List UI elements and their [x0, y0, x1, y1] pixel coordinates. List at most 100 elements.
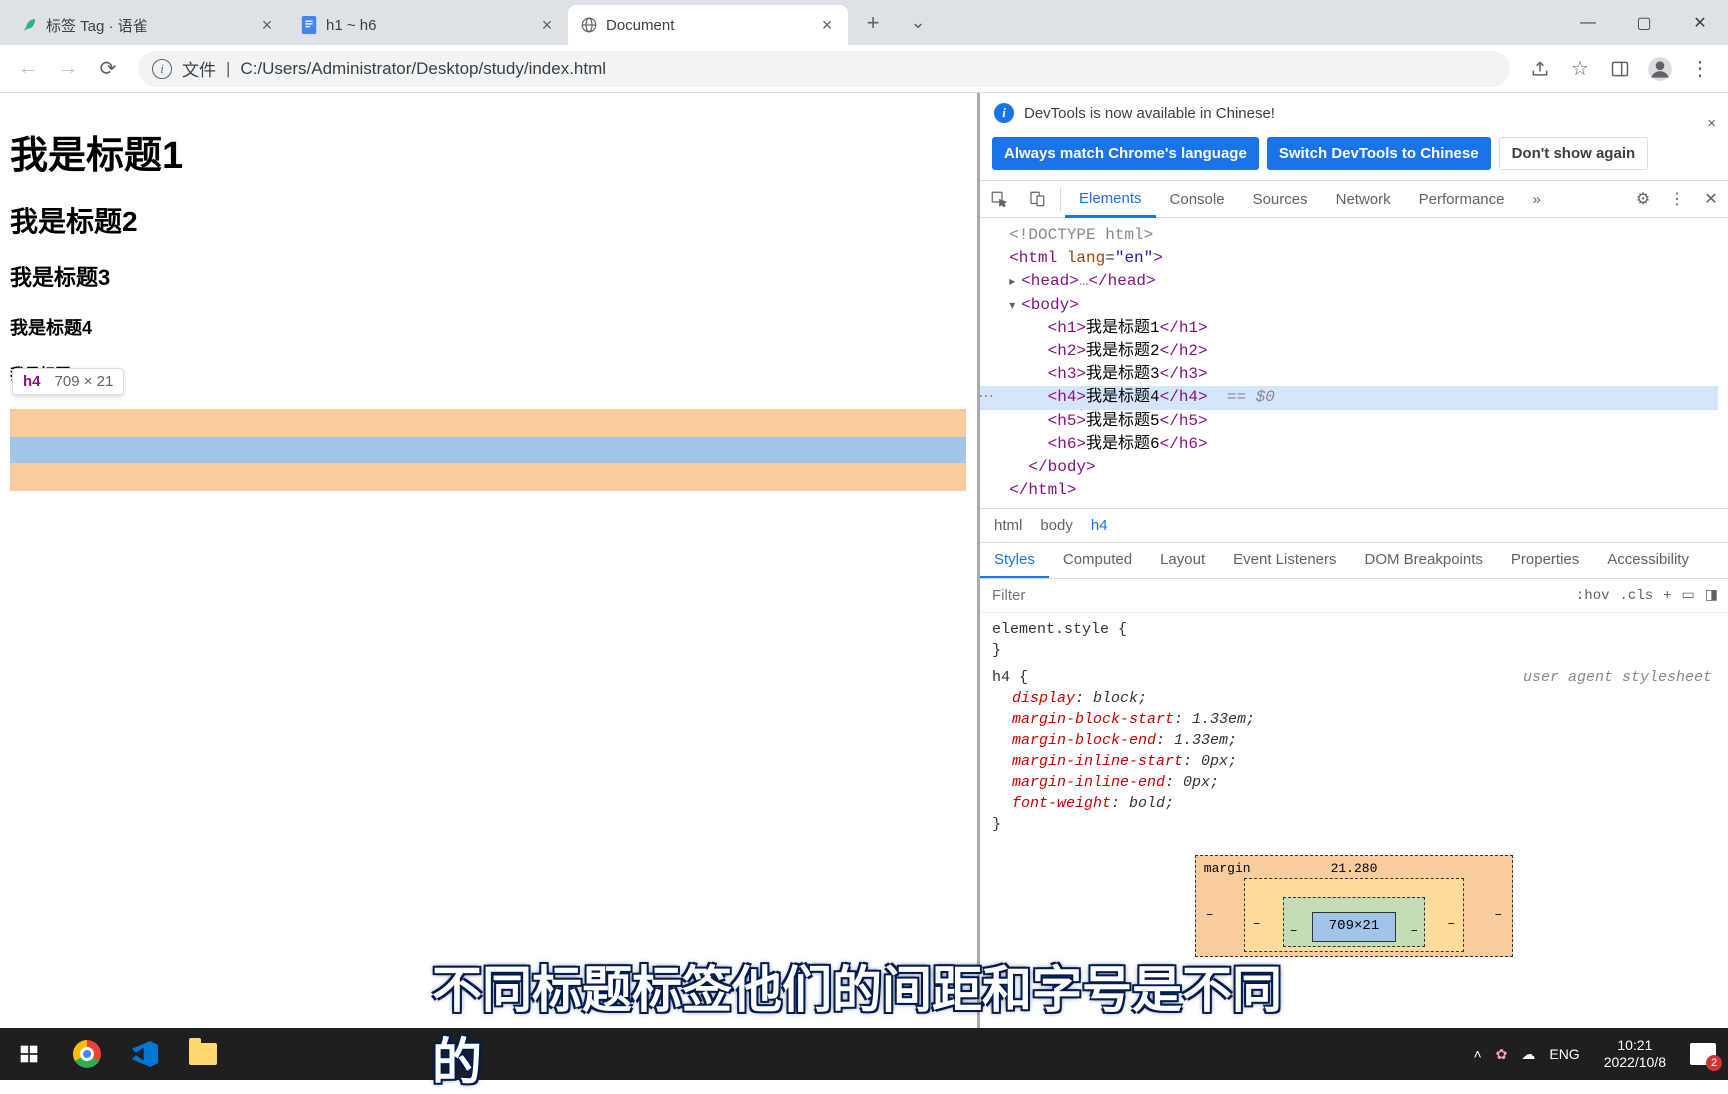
banner-text: DevTools is now available in Chinese! — [1024, 105, 1275, 122]
system-tray: ˄ ✿ ☁ ENG 10:21 2022/10/8 2 — [1473, 1037, 1728, 1071]
ime-indicator[interactable]: ENG — [1549, 1046, 1579, 1062]
inspect-icon[interactable] — [980, 181, 1018, 217]
info-icon: i — [994, 103, 1014, 123]
window-controls: — ▢ ✕ — [1560, 3, 1728, 43]
tab-search-icon[interactable]: ⌄ — [890, 3, 946, 43]
tray-onedrive-icon[interactable]: ☁ — [1521, 1046, 1535, 1063]
start-button[interactable] — [0, 1028, 58, 1080]
toolbar: ← → ⟳ i 文件 | C:/Users/Administrator/Desk… — [0, 45, 1728, 93]
info-icon[interactable]: i — [152, 59, 172, 79]
gear-icon[interactable]: ⚙ — [1626, 181, 1660, 217]
tab-title: 标签 Tag · 语雀 — [46, 15, 250, 36]
tab-elements[interactable]: Elements — [1065, 181, 1156, 218]
stab-props[interactable]: Properties — [1497, 543, 1593, 578]
stab-computed[interactable]: Computed — [1049, 543, 1146, 578]
close-icon[interactable]: × — [258, 16, 276, 34]
close-icon[interactable]: ✕ — [1694, 181, 1728, 217]
tray-chevron-icon[interactable]: ˄ — [1473, 1046, 1481, 1062]
stab-dom-bp[interactable]: DOM Breakpoints — [1351, 543, 1497, 578]
maximize-button[interactable]: ▢ — [1616, 3, 1672, 43]
crumb-html[interactable]: html — [994, 517, 1022, 534]
tab-network[interactable]: Network — [1322, 181, 1405, 217]
device-icon[interactable]: ▭ — [1682, 587, 1695, 604]
devtools-banner: i DevTools is now available in Chinese! … — [980, 93, 1728, 133]
bookmark-icon[interactable]: ☆ — [1562, 51, 1598, 87]
taskbar-chrome[interactable] — [58, 1028, 116, 1080]
close-icon[interactable]: × — [818, 16, 836, 34]
always-match-button[interactable]: Always match Chrome's language — [992, 137, 1259, 170]
tab-more[interactable]: » — [1519, 181, 1555, 217]
reload-button[interactable]: ⟳ — [90, 51, 126, 87]
tab-performance[interactable]: Performance — [1405, 181, 1519, 217]
share-icon[interactable] — [1522, 51, 1558, 87]
breadcrumb: html body h4 — [980, 508, 1728, 542]
tab-docs[interactable]: h1 ~ h6 × — [288, 5, 568, 45]
menu-icon[interactable]: ⋮ — [1682, 51, 1718, 87]
clock-time: 10:21 — [1604, 1037, 1666, 1054]
margin-highlight-bottom — [10, 463, 966, 491]
stab-a11y[interactable]: Accessibility — [1593, 543, 1703, 578]
hov-toggle[interactable]: :hov — [1576, 588, 1610, 604]
new-rule-button[interactable]: + — [1663, 588, 1671, 604]
back-button[interactable]: ← — [10, 51, 46, 87]
taskbar-explorer[interactable] — [174, 1028, 232, 1080]
clock-date: 2022/10/8 — [1604, 1054, 1666, 1071]
filter-actions: :hov .cls + ▭ ◨ — [1576, 587, 1728, 604]
tab-sources[interactable]: Sources — [1239, 181, 1322, 217]
new-tab-button[interactable]: + — [856, 6, 890, 40]
inspect-tooltip: h4 709 × 21 — [12, 368, 124, 395]
address-bar[interactable]: i 文件 | C:/Users/Administrator/Desktop/st… — [138, 51, 1510, 87]
dom-selected-h4[interactable]: <h4>我是标题4</h4> == $0 — [980, 386, 1718, 409]
addr-path: C:/Users/Administrator/Desktop/study/ind… — [240, 59, 606, 79]
tab-yuque[interactable]: 标签 Tag · 语雀 × — [8, 5, 288, 45]
content: 我是标题1 我是标题2 h4 709 × 21 我是标题3 我是标题4 我是标题… — [0, 93, 1728, 1028]
taskbar-vscode[interactable] — [116, 1028, 174, 1080]
clock[interactable]: 10:21 2022/10/8 — [1594, 1037, 1676, 1071]
tab-title: Document — [606, 17, 810, 34]
video-subtitle: 不同标题标签他们的间距和字号是不同的 — [432, 950, 1296, 1094]
close-icon[interactable]: × — [538, 16, 556, 34]
margin-label: margin — [1204, 860, 1251, 878]
stab-layout[interactable]: Layout — [1146, 543, 1219, 578]
filter-input[interactable] — [980, 579, 1576, 612]
globe-icon — [580, 16, 598, 34]
crumb-body[interactable]: body — [1040, 517, 1073, 534]
minimize-button[interactable]: — — [1560, 3, 1616, 43]
tab-title: h1 ~ h6 — [326, 17, 530, 34]
margin-top-value: 21.280 — [1331, 860, 1378, 878]
device-icon[interactable] — [1018, 181, 1056, 217]
tooltip-tag: h4 — [23, 373, 41, 390]
box-model: margin 21.280 – – – – – – 709×21 — [992, 841, 1716, 957]
user-agent-label: user agent stylesheet — [1523, 667, 1712, 688]
profile-icon[interactable] — [1642, 51, 1678, 87]
crumb-h4[interactable]: h4 — [1091, 517, 1108, 534]
stab-styles[interactable]: Styles — [980, 543, 1049, 578]
margin-highlight-top — [10, 409, 966, 437]
tooltip-dims: 709 × 21 — [55, 373, 114, 390]
feather-icon — [20, 16, 38, 34]
content-highlight — [10, 437, 966, 463]
sidepanel-icon[interactable] — [1602, 51, 1638, 87]
close-button[interactable]: ✕ — [1672, 3, 1728, 43]
dont-show-button[interactable]: Don't show again — [1499, 137, 1649, 170]
box-content-dims: 709×21 — [1312, 912, 1396, 942]
close-icon[interactable]: × — [1707, 115, 1716, 132]
tab-document[interactable]: Document × — [568, 5, 848, 45]
tray-flower-icon[interactable]: ✿ — [1496, 1046, 1508, 1063]
dom-tree[interactable]: <!DOCTYPE html> <html lang="en"> ▸<head>… — [980, 218, 1728, 508]
notification-icon[interactable]: 2 — [1690, 1043, 1716, 1065]
cls-toggle[interactable]: .cls — [1620, 588, 1654, 604]
switch-chinese-button[interactable]: Switch DevTools to Chinese — [1267, 137, 1491, 170]
forward-button[interactable]: → — [50, 51, 86, 87]
stab-listeners[interactable]: Event Listeners — [1219, 543, 1350, 578]
page-viewport: 我是标题1 我是标题2 h4 709 × 21 我是标题3 我是标题4 我是标题… — [0, 93, 977, 1028]
addr-prefix: 文件 — [182, 56, 216, 81]
styles-tabs: Styles Computed Layout Event Listeners D… — [980, 542, 1728, 579]
devtools-tabs: Elements Console Sources Network Perform… — [980, 180, 1728, 218]
panel-icon[interactable]: ◨ — [1705, 587, 1718, 604]
kebab-icon[interactable]: ⋮ — [1660, 181, 1694, 217]
heading-3: 我是标题3 — [10, 260, 967, 292]
notif-badge: 2 — [1706, 1055, 1722, 1071]
tab-console[interactable]: Console — [1156, 181, 1239, 217]
banner-actions: Always match Chrome's language Switch De… — [980, 133, 1728, 180]
